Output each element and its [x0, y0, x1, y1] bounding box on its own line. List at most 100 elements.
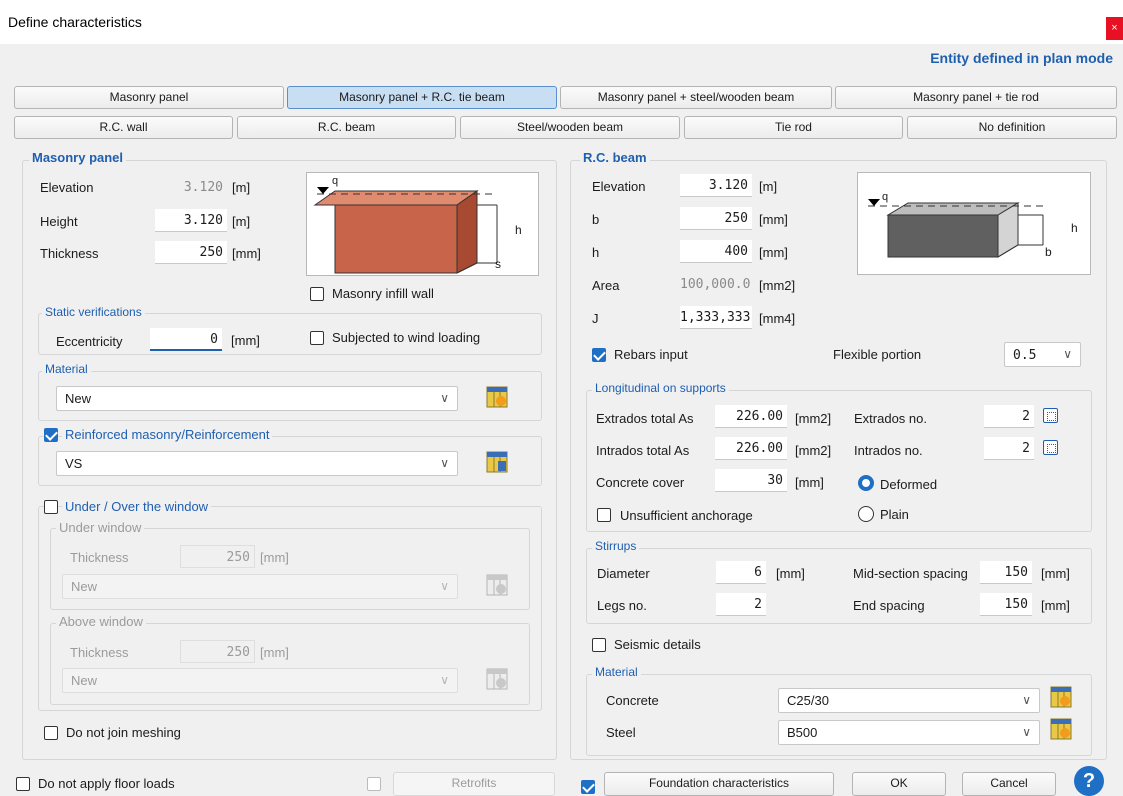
grid-icon[interactable]: [1043, 440, 1058, 455]
beam-diagram: q h b: [857, 172, 1091, 275]
entity-mode-label: Entity defined in plan mode: [930, 50, 1113, 66]
under-thickness-field[interactable]: 250: [180, 545, 255, 568]
under-material-select[interactable]: New ∨: [62, 574, 458, 599]
beam-h-unit: [mm]: [759, 245, 788, 260]
chevron-down-icon: ∨: [1022, 725, 1031, 739]
masonry-infill-label: Masonry infill wall: [332, 286, 434, 301]
wind-loading-label: Subjected to wind loading: [332, 330, 481, 345]
masonry-diagram: q h s: [306, 172, 539, 276]
height-unit: [m]: [232, 214, 251, 229]
elevation-unit: [m]: [232, 180, 251, 195]
tab-masonry-steel-beam[interactable]: Masonry panel + steel/wooden beam: [560, 86, 832, 109]
plain-label: Plain: [880, 507, 909, 522]
extrados-no-label: Extrados no.: [854, 411, 927, 426]
library-icon[interactable]: [486, 574, 508, 596]
retrofits-button[interactable]: Retrofits: [393, 772, 555, 796]
steel-value: B500: [787, 725, 818, 740]
above-window-title: Above window: [56, 614, 146, 629]
anchorage-checkbox[interactable]: [597, 508, 611, 522]
foundation-characteristics-button[interactable]: Foundation characteristics: [604, 772, 834, 796]
diagram-q-label: q: [332, 175, 339, 187]
masonry-panel-title: Masonry panel: [29, 150, 127, 165]
concrete-value: C25/30: [787, 693, 829, 708]
window-checkbox[interactable]: [44, 500, 58, 514]
library-icon[interactable]: [486, 451, 508, 473]
tab-steel-wooden-beam[interactable]: Steel/wooden beam: [460, 116, 680, 139]
end-spacing-field[interactable]: 150: [980, 593, 1032, 616]
foundation-checkbox[interactable]: [581, 780, 595, 794]
library-icon[interactable]: [486, 668, 508, 690]
library-icon[interactable]: [1050, 718, 1072, 740]
flexible-portion-select[interactable]: 0.5 ∨: [1004, 342, 1081, 367]
tab-masonry-tie-rod[interactable]: Masonry panel + tie rod: [835, 86, 1117, 109]
thickness-field[interactable]: 250: [155, 241, 227, 264]
reinforced-select[interactable]: VS ∨: [56, 451, 458, 476]
title-bar: [0, 0, 1123, 44]
beam-area-field: 100,000.0: [680, 273, 752, 296]
tab-masonry-panel[interactable]: Masonry panel: [14, 86, 284, 109]
wind-loading-checkbox[interactable]: [310, 331, 324, 345]
no-floor-loads-checkbox[interactable]: [16, 777, 30, 791]
beam-area-label: Area: [592, 278, 620, 293]
ok-button[interactable]: OK: [852, 772, 946, 796]
cancel-button[interactable]: Cancel: [962, 772, 1056, 796]
mid-spacing-label: Mid-section spacing: [853, 566, 968, 581]
library-icon[interactable]: [1050, 686, 1072, 708]
no-join-meshing-checkbox[interactable]: [44, 726, 58, 740]
library-icon[interactable]: [486, 386, 508, 408]
end-spacing-unit: [mm]: [1041, 598, 1070, 613]
tab-rc-beam[interactable]: R.C. beam: [237, 116, 456, 139]
diagram-h-label: h: [515, 223, 522, 237]
concrete-cover-field[interactable]: 30: [715, 469, 787, 492]
beam-h-field[interactable]: 400: [680, 240, 752, 263]
intrados-as-field[interactable]: 226.00: [715, 437, 787, 460]
masonry-material-select[interactable]: New ∨: [56, 386, 458, 411]
rebars-input-checkbox[interactable]: [592, 348, 606, 362]
height-field[interactable]: 3.120: [155, 209, 227, 232]
extrados-as-field[interactable]: 226.00: [715, 405, 787, 428]
thickness-label: Thickness: [40, 246, 99, 261]
diagram-s-label: s: [495, 257, 501, 271]
diameter-field[interactable]: 6: [716, 561, 766, 584]
tab-no-definition[interactable]: No definition: [907, 116, 1117, 139]
seismic-details-checkbox[interactable]: [592, 638, 606, 652]
above-thickness-label: Thickness: [70, 645, 129, 660]
deformed-radio[interactable]: [858, 475, 874, 491]
tab-tie-rod[interactable]: Tie rod: [684, 116, 903, 139]
beam-b-field[interactable]: 250: [680, 207, 752, 230]
masonry-infill-checkbox[interactable]: [310, 287, 324, 301]
extrados-as-unit: [mm2]: [795, 411, 832, 426]
eccentricity-field[interactable]: 0: [150, 328, 222, 351]
beam-j-field[interactable]: 1,333,333: [680, 306, 752, 329]
help-icon[interactable]: ?: [1074, 766, 1104, 796]
longitudinal-title: Longitudinal on supports: [592, 381, 729, 395]
extrados-no-field[interactable]: 2: [984, 405, 1034, 428]
plain-radio[interactable]: [858, 506, 874, 522]
beam-diagram-q-label: q: [882, 191, 889, 203]
mid-spacing-field[interactable]: 150: [980, 561, 1032, 584]
masonry-material-title: Material: [42, 362, 91, 376]
above-material-select[interactable]: New ∨: [62, 668, 458, 693]
legs-field[interactable]: 2: [716, 593, 766, 616]
steel-select[interactable]: B500 ∨: [778, 720, 1040, 745]
chevron-down-icon: ∨: [1063, 347, 1072, 361]
beam-elevation-field[interactable]: 3.120: [680, 174, 752, 197]
retrofits-checkbox[interactable]: [367, 777, 381, 791]
masonry-material-value: New: [65, 391, 92, 406]
beam-material-title: Material: [592, 665, 641, 679]
tab-rc-wall[interactable]: R.C. wall: [14, 116, 233, 139]
close-icon[interactable]: ×: [1106, 17, 1123, 40]
grid-icon[interactable]: [1043, 408, 1058, 423]
beam-elevation-unit: [m]: [759, 179, 778, 194]
concrete-label: Concrete: [606, 693, 659, 708]
steel-label: Steel: [606, 725, 636, 740]
chevron-down-icon: ∨: [440, 456, 449, 470]
tab-masonry-tie-beam[interactable]: Masonry panel + R.C. tie beam: [287, 86, 557, 109]
intrados-no-field[interactable]: 2: [984, 437, 1034, 460]
above-thickness-field[interactable]: 250: [180, 640, 255, 663]
concrete-select[interactable]: C25/30 ∨: [778, 688, 1040, 713]
under-window-title: Under window: [56, 520, 145, 535]
flexible-portion-label: Flexible portion: [833, 347, 922, 362]
stirrups-title: Stirrups: [592, 539, 640, 553]
reinforced-checkbox[interactable]: [44, 428, 58, 442]
